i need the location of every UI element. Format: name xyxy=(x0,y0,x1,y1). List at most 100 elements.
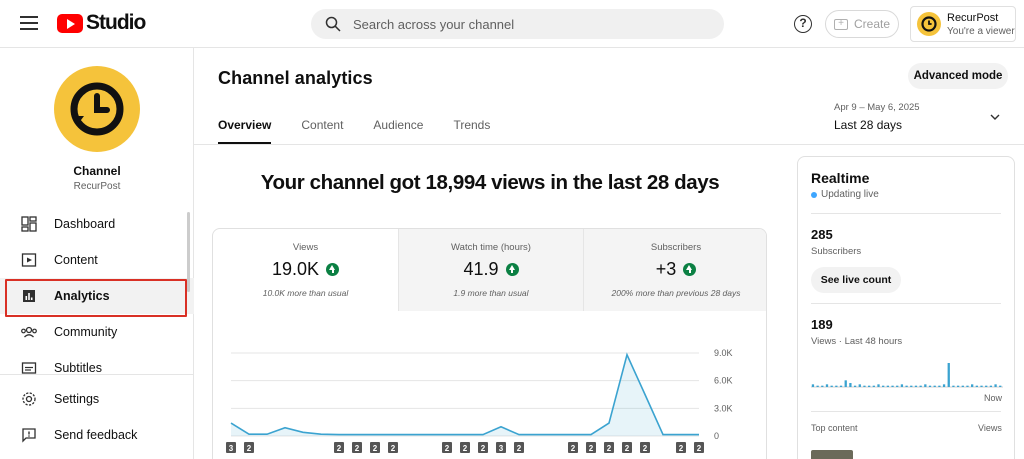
video-marker-label: 2 xyxy=(589,444,594,453)
account-switcher[interactable]: RecurPost You're a viewer xyxy=(910,6,1016,42)
search-input[interactable] xyxy=(353,16,683,32)
advanced-mode-button[interactable]: Advanced mode xyxy=(908,63,1008,89)
tab-audience[interactable]: Audience xyxy=(373,118,423,144)
stat-note: 200% more than previous 28 days xyxy=(611,288,741,298)
stat-views[interactable]: Views 19.0K 10.0K more than usual xyxy=(213,229,398,311)
search-icon xyxy=(325,16,341,32)
tab-trends[interactable]: Trends xyxy=(453,118,490,144)
realtime-bar xyxy=(928,385,932,387)
realtime-bar xyxy=(867,385,871,387)
top-content-thumbnail[interactable] xyxy=(811,450,853,459)
views-column-label: Views xyxy=(978,423,1002,433)
sidebar-item-dashboard[interactable]: Dashboard xyxy=(0,206,194,242)
video-marker-label: 2 xyxy=(445,444,450,453)
realtime-bar xyxy=(896,385,899,387)
stat-value: +3 xyxy=(655,259,677,279)
video-marker-label: 2 xyxy=(625,444,630,453)
create-label: Create xyxy=(853,17,891,31)
video-marker-label: 2 xyxy=(391,444,396,453)
realtime-bar xyxy=(811,384,815,387)
page-title: Channel analytics xyxy=(218,68,373,88)
realtime-bar xyxy=(872,385,875,387)
realtime-bar xyxy=(825,384,829,387)
realtime-card: Realtime Updating live 285 Subscribers S… xyxy=(797,156,1015,459)
date-range-picker[interactable]: Apr 9 – May 6, 2025 Last 28 days xyxy=(834,102,920,132)
realtime-bar xyxy=(839,385,843,387)
y-tick-label: 0 xyxy=(714,431,719,441)
stat-watch-time[interactable]: Watch time (hours) 41.9 1.9 more than us… xyxy=(398,229,583,311)
stat-value: 41.9 xyxy=(463,259,499,279)
gear-icon xyxy=(20,390,38,408)
realtime-bar xyxy=(853,385,857,387)
video-marker-label: 3 xyxy=(499,444,504,453)
realtime-bar xyxy=(830,385,833,387)
realtime-bar xyxy=(835,385,838,387)
realtime-subscribers-label: Subscribers xyxy=(811,246,862,257)
stat-note: 10.0K more than usual xyxy=(262,288,349,298)
realtime-now-label: Now xyxy=(984,393,1003,403)
video-marker-label: 2 xyxy=(643,444,648,453)
sidebar-item-label: Send feedback xyxy=(54,428,138,442)
realtime-bar xyxy=(971,384,974,387)
stat-label: Subscribers xyxy=(650,242,702,253)
sidebar-item-content[interactable]: Content xyxy=(0,242,194,278)
search-bar[interactable] xyxy=(311,9,724,39)
stat-subscribers[interactable]: Subscribers +3 200% more than previous 2… xyxy=(583,229,766,311)
tab-content[interactable]: Content xyxy=(301,118,343,144)
realtime-bar xyxy=(966,385,969,387)
realtime-views-count: 189 xyxy=(811,317,833,332)
views-line-chart[interactable]: 9.0K 6.0K 3.0K 0 3 2 2 2 2 2 2 2 2 3 2 2 2 2 2 2 2 2 xyxy=(213,329,767,459)
menu-icon[interactable] xyxy=(20,16,38,30)
video-marker-label: 2 xyxy=(607,444,612,453)
realtime-bar xyxy=(985,385,988,387)
channel-title: Channel xyxy=(73,164,121,178)
realtime-status-text: Updating live xyxy=(821,189,879,200)
top-content-label: Top content xyxy=(811,423,858,433)
create-icon: + xyxy=(833,18,848,30)
tab-overview[interactable]: Overview xyxy=(218,118,272,145)
realtime-bar xyxy=(886,385,890,387)
realtime-bar xyxy=(952,385,955,387)
stat-note: 1.9 more than usual xyxy=(453,288,529,298)
video-marker-label: 2 xyxy=(337,444,342,453)
see-live-count-button[interactable]: See live count xyxy=(811,267,901,293)
divider xyxy=(811,213,1001,214)
realtime-bar xyxy=(858,384,861,387)
divider xyxy=(811,303,1001,304)
video-marker-label: 2 xyxy=(697,444,702,453)
analytics-highlight-box xyxy=(5,279,187,317)
sidebar-item-label: Dashboard xyxy=(54,217,116,231)
video-marker-label: 2 xyxy=(463,444,468,453)
realtime-bar xyxy=(891,385,894,387)
create-button[interactable]: + Create xyxy=(825,10,899,38)
realtime-bar xyxy=(924,384,927,387)
sidebar-divider xyxy=(0,374,194,375)
stat-label: Views xyxy=(292,242,319,253)
channel-avatar[interactable] xyxy=(54,66,140,152)
chevron-down-icon[interactable] xyxy=(990,112,1000,122)
y-tick-label: 6.0K xyxy=(714,376,733,386)
sidebar-item-settings[interactable]: Settings xyxy=(0,381,194,417)
stat-value: 19.0K xyxy=(271,259,320,279)
sidebar-item-label: Content xyxy=(54,253,98,267)
realtime-bar xyxy=(849,383,852,387)
studio-logo[interactable]: Studio xyxy=(57,11,146,35)
overview-stats-card: Views 19.0K 10.0K more than usual Watch … xyxy=(212,228,767,459)
sidebar-scrollbar[interactable] xyxy=(187,212,190,292)
realtime-bar xyxy=(905,385,908,387)
realtime-bar xyxy=(900,384,904,387)
help-icon[interactable]: ? xyxy=(794,15,812,33)
divider xyxy=(811,411,1001,412)
realtime-bar-chart[interactable] xyxy=(811,355,1003,389)
trend-up-icon xyxy=(683,263,697,276)
realtime-status: Updating live xyxy=(811,189,879,200)
community-icon xyxy=(20,323,38,341)
realtime-bar xyxy=(947,363,950,387)
video-marker-label: 2 xyxy=(373,444,378,453)
date-range-label: Last 28 days xyxy=(834,118,903,132)
sidebar-item-send-feedback[interactable]: Send feedback xyxy=(0,417,194,453)
sidebar-item-community[interactable]: Community xyxy=(0,314,194,350)
video-marker-label: 2 xyxy=(247,444,252,453)
account-role: You're a viewer xyxy=(947,25,1015,37)
top-bar: Studio ? + Create RecurPost You're a vie… xyxy=(0,0,1024,48)
